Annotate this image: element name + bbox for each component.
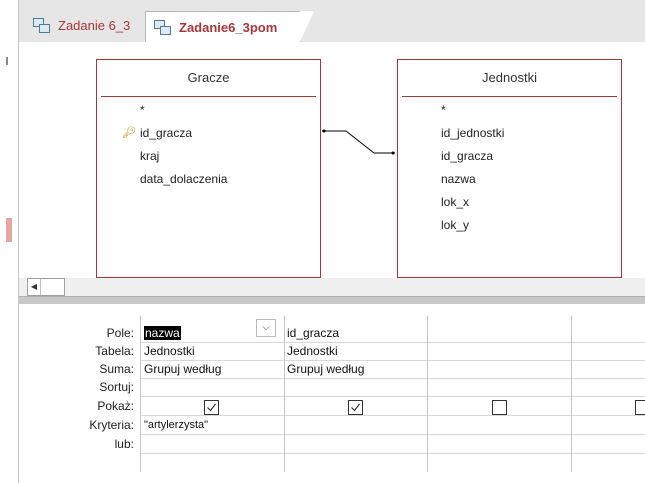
show-checkbox[interactable] (204, 400, 219, 415)
query-design-icon (33, 17, 50, 33)
nav-pane-selection-mark (6, 218, 12, 242)
row-label-kryteria: Kryteria: (89, 418, 134, 432)
nav-pane-mark (6, 57, 8, 65)
grid-cell-total[interactable]: Grupuj według (287, 360, 364, 378)
field-all[interactable]: * (97, 99, 320, 122)
table-jednostki[interactable]: Jednostki * id_jednostki id_gracza nazwa… (397, 59, 622, 278)
field-nazwa[interactable]: nazwa (398, 168, 621, 191)
row-label-lub: lub: (114, 437, 134, 451)
field-id-gracza[interactable]: 🔑︎ id_gracza (97, 122, 320, 145)
field-kraj[interactable]: kraj (97, 145, 320, 168)
row-label-sortuj: Sortuj: (99, 380, 134, 394)
tab-zadanie6-3pom[interactable]: Zadanie6_3pom (145, 11, 314, 42)
field-all[interactable]: * (398, 99, 621, 122)
grid-cell-table[interactable]: Jednostki (144, 342, 195, 360)
field-id-gracza[interactable]: id_gracza (398, 145, 621, 168)
query-design-pane: Gracze * 🔑︎ id_gracza kraj data_dolaczen… (19, 42, 645, 278)
row-label-pole: Pole: (106, 326, 134, 340)
table-gracze[interactable]: Gracze * 🔑︎ id_gracza kraj data_dolaczen… (96, 59, 321, 278)
field-data-dolaczenia[interactable]: data_dolaczenia (97, 168, 320, 191)
grid-cell-table[interactable]: Jednostki (287, 342, 338, 360)
grid-lines (140, 316, 645, 472)
field-lok-x[interactable]: lok_x (398, 191, 621, 214)
horizontal-scrollbar[interactable]: ◀ (19, 278, 645, 296)
grid-cell-criteria[interactable]: "artylerzysta" (144, 416, 208, 434)
primary-key-icon: 🔑︎ (122, 127, 136, 139)
query-design-grid: Pole: Tabela: Suma: Sortuj: Pokaż: Kryte… (19, 304, 645, 483)
chevron-down-icon[interactable]: ⌵ (256, 319, 276, 337)
row-label-pokaz: Pokaż: (97, 399, 134, 413)
table-title: Gracze (187, 70, 230, 85)
show-checkbox[interactable] (348, 400, 363, 415)
show-checkbox[interactable] (492, 400, 507, 415)
grid-cell-total[interactable]: Grupuj według (144, 360, 221, 378)
scroll-left-icon[interactable]: ◀ (28, 279, 41, 295)
tab-label: Zadanie6_3pom (179, 19, 278, 35)
row-label-tabela: Tabela: (95, 344, 134, 358)
document-tab-bar: Zadanie 6_3 Zadanie6_3pom (19, 0, 645, 42)
show-checkbox[interactable] (635, 400, 645, 415)
field-lok-y[interactable]: lok_y (398, 214, 621, 237)
tab-label: Zadanie 6_3 (58, 17, 131, 33)
tab-zadanie-6-3[interactable]: Zadanie 6_3 (25, 11, 147, 39)
row-label-suma: Suma: (99, 362, 134, 376)
grid-cell-field[interactable]: id_gracza (287, 324, 339, 342)
query-design-icon (154, 19, 171, 35)
grid-cell-field[interactable]: nazwa (144, 324, 181, 342)
field-id-jednostki[interactable]: id_jednostki (398, 122, 621, 145)
left-navigation-strip (0, 0, 18, 483)
pane-splitter[interactable] (19, 296, 645, 304)
scrollbar-track[interactable]: ◀ (27, 278, 65, 296)
table-title: Jednostki (482, 70, 537, 85)
